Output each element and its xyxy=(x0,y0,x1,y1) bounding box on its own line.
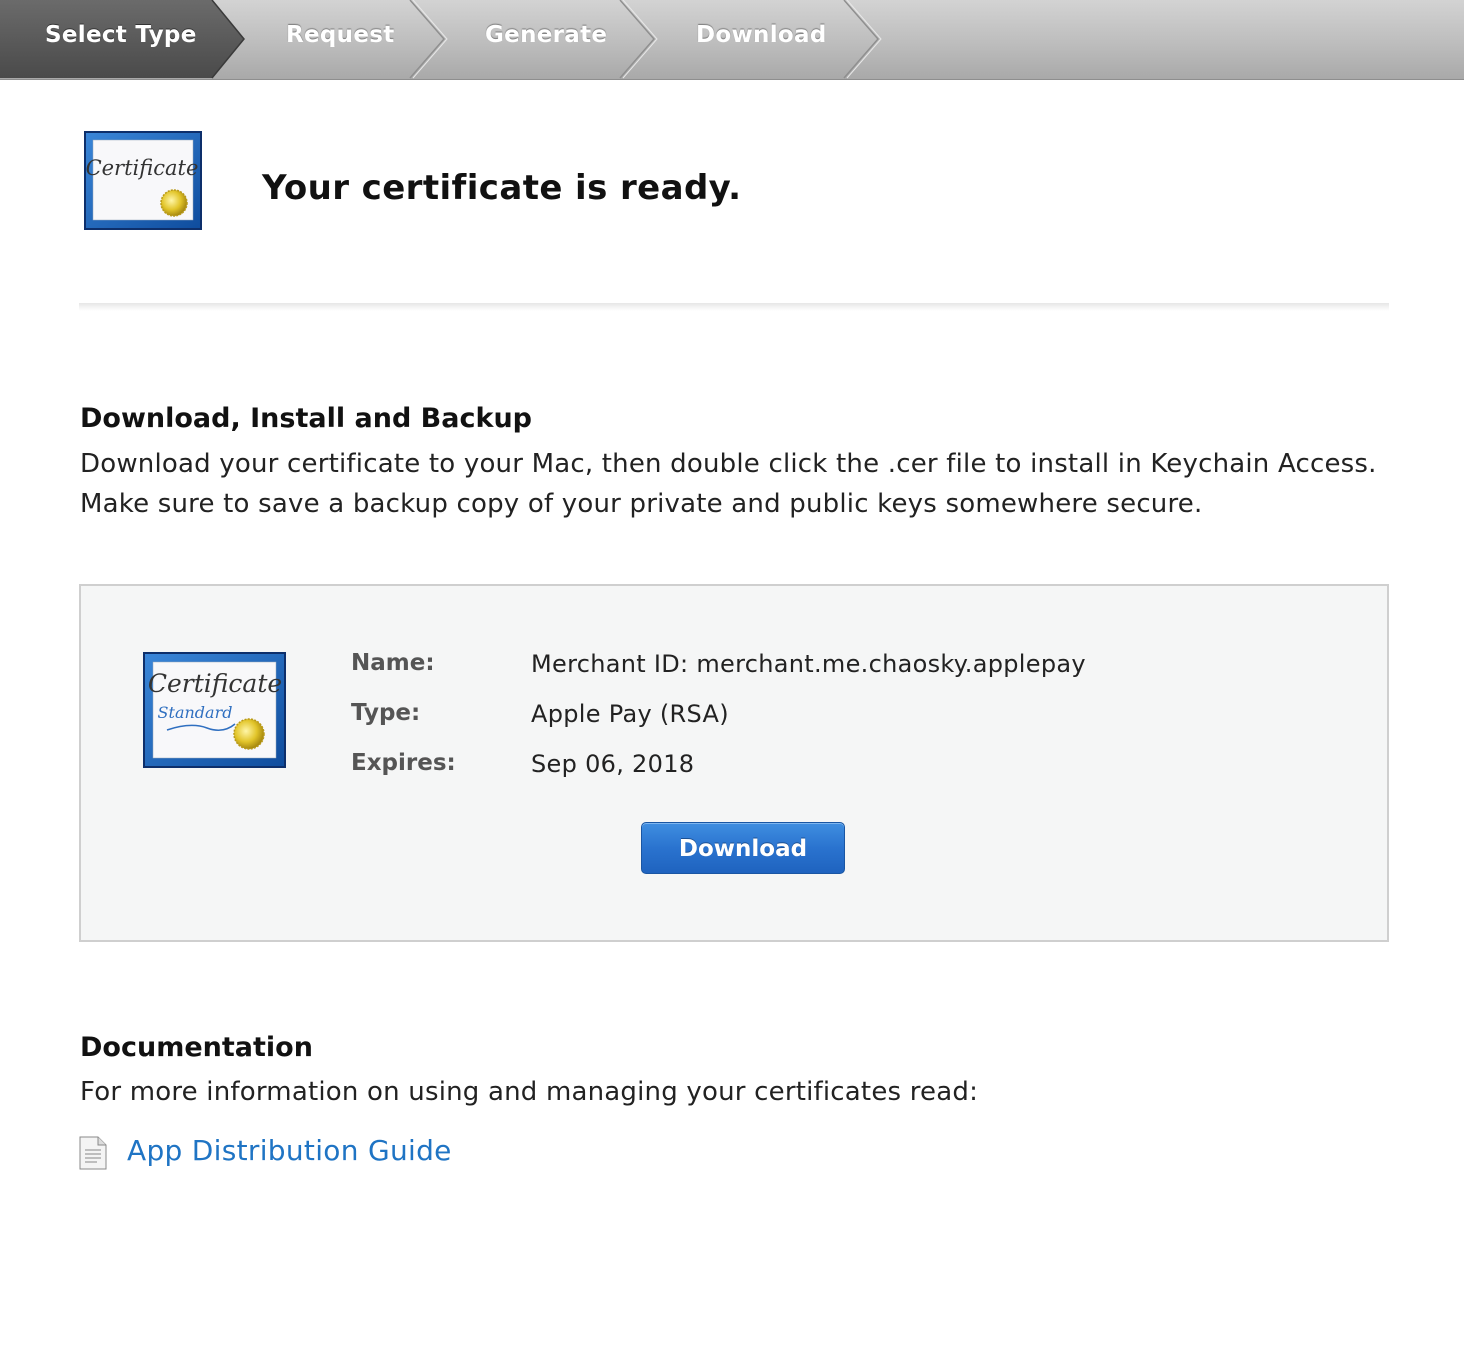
step-progress-bar: Select Type Request Generate Download xyxy=(0,0,1464,80)
certificate-standard-icon-text: Certificate xyxy=(148,669,282,698)
expires-value: Sep 06, 2018 xyxy=(531,750,695,778)
certificate-standard-icon-subtext: Standard xyxy=(158,703,233,722)
certificate-standard-icon: Certificate Standard xyxy=(143,652,286,768)
download-section-heading: Download, Install and Backup xyxy=(80,403,532,434)
page-title: Your certificate is ready. xyxy=(262,168,742,208)
certificate-icon: Certificate xyxy=(84,131,202,230)
section-divider xyxy=(79,303,1389,311)
step-request[interactable]: Request xyxy=(286,22,395,48)
documentation-text: For more information on using and managi… xyxy=(80,1077,979,1107)
expires-label: Expires: xyxy=(351,750,456,776)
step-download[interactable]: Download xyxy=(696,22,827,48)
name-value: Merchant ID: merchant.me.chaosky.applepa… xyxy=(531,650,1086,678)
download-button[interactable]: Download xyxy=(641,822,845,874)
documentation-heading: Documentation xyxy=(80,1032,313,1063)
download-section-text: Download your certificate to your Mac, t… xyxy=(80,449,1377,519)
type-label: Type: xyxy=(351,700,421,726)
step-select-type[interactable]: Select Type xyxy=(45,22,197,48)
document-icon xyxy=(79,1136,107,1170)
app-distribution-guide-link[interactable]: App Distribution Guide xyxy=(127,1134,452,1167)
step-generate[interactable]: Generate xyxy=(485,22,607,48)
certificate-icon-text: Certificate xyxy=(86,156,199,180)
type-value: Apple Pay (RSA) xyxy=(531,700,729,728)
name-label: Name: xyxy=(351,650,435,676)
